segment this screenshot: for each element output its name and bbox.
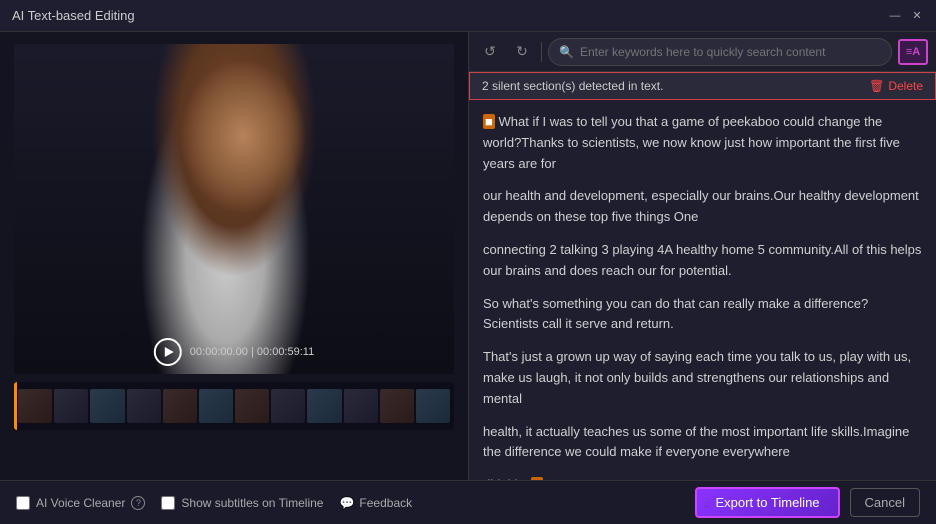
feedback-link[interactable]: 💬 Feedback	[339, 496, 412, 510]
right-panel: ↺ ↻ 🔍 ≡A 2 silent section(s) detected in…	[468, 32, 936, 480]
left-panel: 00:00:00.00 | 00:00:59:11	[0, 32, 468, 480]
delete-label: Delete	[888, 79, 923, 93]
text-content[interactable]: ■ What if I was to tell you that a game …	[469, 100, 936, 480]
current-time: 00:00:00.00	[190, 346, 248, 358]
cancel-button[interactable]: Cancel	[850, 488, 920, 517]
close-button[interactable]: ✕	[910, 9, 924, 23]
timeline-thumb	[380, 389, 414, 423]
play-icon	[164, 347, 173, 357]
voice-cleaner-checkbox[interactable]	[16, 496, 30, 510]
silent-message: 2 silent section(s) detected in text.	[482, 79, 663, 93]
window-controls: — ✕	[888, 9, 924, 23]
export-to-timeline-button[interactable]: Export to Timeline	[695, 487, 839, 518]
paragraph-text: So what's something you can do that can …	[483, 296, 868, 332]
undo-button[interactable]: ↺	[477, 39, 503, 65]
voice-cleaner-label: AI Voice Cleaner	[36, 496, 125, 510]
trash-icon: 🗑	[869, 79, 884, 93]
format-button[interactable]: ≡A	[898, 39, 928, 65]
text-paragraph: That's just a grown up way of saying eac…	[483, 347, 922, 409]
text-paragraph: health, it actually teaches us some of t…	[483, 422, 922, 464]
title-bar: AI Text-based Editing — ✕	[0, 0, 936, 32]
text-paragraph: did this. ■	[483, 475, 922, 480]
paragraph-text: did this.	[483, 477, 528, 480]
minimize-button[interactable]: —	[888, 9, 902, 23]
timeline-thumb	[163, 389, 197, 423]
text-paragraph: connecting 2 talking 3 playing 4A health…	[483, 240, 922, 282]
text-paragraph: our health and development, especially o…	[483, 186, 922, 228]
search-icon: 🔍	[559, 45, 574, 59]
redo-button[interactable]: ↻	[509, 39, 535, 65]
text-paragraph: ■ What if I was to tell you that a game …	[483, 112, 922, 174]
timeline-strip[interactable]	[14, 382, 454, 430]
timeline-thumb	[199, 389, 233, 423]
editor-toolbar: ↺ ↻ 🔍 ≡A	[469, 32, 936, 72]
format-icon: ≡A	[906, 46, 920, 58]
timeline-thumb	[18, 389, 52, 423]
video-container: 00:00:00.00 | 00:00:59:11	[14, 44, 454, 374]
toolbar-divider	[541, 42, 542, 62]
footer-left: AI Voice Cleaner ? Show subtitles on Tim…	[16, 496, 412, 510]
paragraph-text: connecting 2 talking 3 playing 4A health…	[483, 242, 921, 278]
paragraph-text: What if I was to tell you that a game of…	[483, 114, 900, 171]
feedback-icon: 💬	[339, 496, 354, 510]
subtitles-group: Show subtitles on Timeline	[161, 496, 323, 510]
play-button[interactable]	[154, 338, 182, 366]
timeline-thumb	[271, 389, 305, 423]
silent-banner: 2 silent section(s) detected in text. 🗑 …	[469, 72, 936, 100]
delete-button[interactable]: 🗑 Delete	[869, 79, 923, 93]
total-time: 00:00:59:11	[257, 346, 314, 358]
timeline-thumb	[54, 389, 88, 423]
footer-right: Export to Timeline Cancel	[695, 487, 920, 518]
timeline-thumb	[307, 389, 341, 423]
feedback-label: Feedback	[359, 496, 412, 510]
paragraph-text: health, it actually teaches us some of t…	[483, 424, 909, 460]
timeline-thumb	[416, 389, 450, 423]
paragraph-text: our health and development, especially o…	[483, 188, 919, 224]
footer: AI Voice Cleaner ? Show subtitles on Tim…	[0, 480, 936, 524]
subtitles-checkbox[interactable]	[161, 496, 175, 510]
timeline-marker	[14, 382, 17, 430]
search-input[interactable]	[580, 45, 881, 59]
video-frame	[14, 44, 454, 374]
silent-marker-end: ■	[531, 477, 543, 480]
timeline-thumb	[127, 389, 161, 423]
time-display: 00:00:00.00 | 00:00:59:11	[190, 346, 314, 358]
text-paragraph: So what's something you can do that can …	[483, 294, 922, 336]
search-bar: 🔍	[548, 38, 892, 66]
paragraph-text: That's just a grown up way of saying eac…	[483, 349, 911, 406]
silent-marker: ■	[483, 114, 495, 129]
app-title: AI Text-based Editing	[12, 8, 135, 23]
timeline-thumb	[235, 389, 269, 423]
main-content: 00:00:00.00 | 00:00:59:11	[0, 32, 936, 480]
timeline-thumb	[90, 389, 124, 423]
timeline-thumb	[344, 389, 378, 423]
playback-controls: 00:00:00.00 | 00:00:59:11	[154, 338, 314, 366]
subtitles-label: Show subtitles on Timeline	[181, 496, 323, 510]
voice-cleaner-group: AI Voice Cleaner ?	[16, 496, 145, 510]
timeline-inner	[14, 388, 454, 424]
voice-cleaner-info-icon[interactable]: ?	[131, 496, 145, 510]
